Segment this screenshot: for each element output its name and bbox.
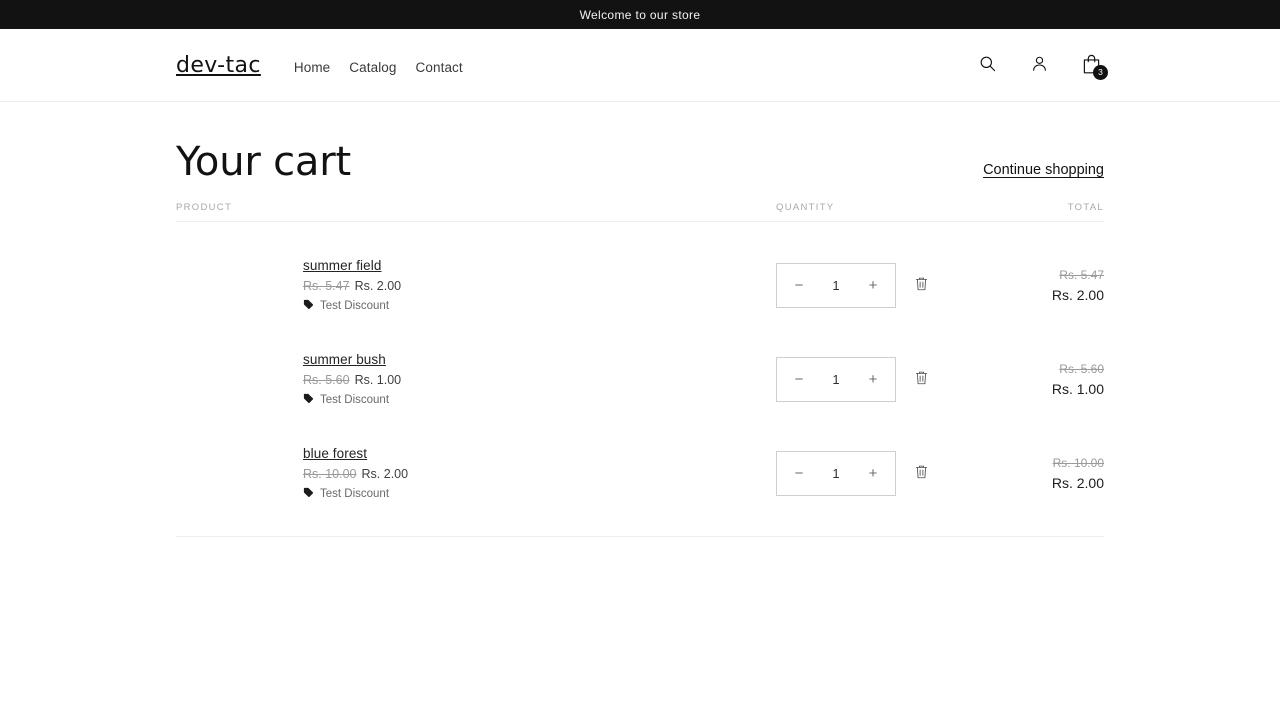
cart-count-badge: 3: [1093, 65, 1108, 80]
remove-item-button[interactable]: [910, 366, 933, 393]
quantity-increase-button[interactable]: +: [865, 372, 881, 387]
line-total-final: Rs. 2.00: [1051, 474, 1104, 491]
trash-icon: [914, 464, 929, 483]
discount-label: Test Discount: [320, 393, 390, 406]
trash-icon: [914, 370, 929, 389]
total-cell: Rs. 5.60 Rs. 1.00: [1024, 362, 1104, 397]
table-row: blue forest Rs. 10.00 Rs. 2.00 Test Disc…: [176, 426, 1104, 520]
nav-item-home[interactable]: Home: [294, 60, 330, 75]
product-cell: summer bush Rs. 5.60 Rs. 1.00 Test Disco…: [176, 352, 776, 407]
search-icon: [978, 54, 997, 76]
main-navigation: Home Catalog Contact: [294, 60, 463, 75]
quantity-increase-button[interactable]: +: [865, 466, 881, 481]
product-price-original: Rs. 5.47: [303, 278, 350, 293]
quantity-cell: − 1 +: [776, 450, 1024, 496]
search-button[interactable]: [968, 46, 1006, 84]
total-cell: Rs. 10.00 Rs. 2.00: [1024, 456, 1104, 491]
quantity-stepper[interactable]: − 1 +: [776, 450, 896, 496]
product-cell: blue forest Rs. 10.00 Rs. 2.00 Test Disc…: [176, 446, 776, 501]
product-price-original: Rs. 5.60: [303, 372, 350, 387]
account-icon: [1030, 54, 1049, 76]
product-price-group: Rs. 5.60 Rs. 1.00: [303, 373, 401, 387]
header-actions: 3: [968, 46, 1110, 84]
discount-label: Test Discount: [320, 299, 390, 312]
line-total-final: Rs. 2.00: [1051, 286, 1104, 303]
quantity-decrease-button[interactable]: −: [791, 466, 807, 481]
column-header-quantity: QUANTITY: [776, 202, 835, 213]
site-header: dev-tac Home Catalog Contact 3: [0, 29, 1280, 102]
quantity-decrease-button[interactable]: −: [791, 278, 807, 293]
product-price-group: Rs. 5.47 Rs. 2.00: [303, 279, 401, 293]
product-price-discounted: Rs. 2.00: [354, 278, 402, 293]
product-cell: summer field Rs. 5.47 Rs. 2.00 Test Disc…: [176, 258, 776, 313]
cart-header-row: Your cart Continue shopping: [176, 102, 1104, 194]
line-total-final: Rs. 1.00: [1051, 380, 1104, 397]
quantity-increase-button[interactable]: +: [865, 278, 881, 293]
quantity-decrease-button[interactable]: −: [791, 372, 807, 387]
discount-tag-icon: [303, 299, 314, 313]
total-cell: Rs. 5.47 Rs. 2.00: [1024, 268, 1104, 303]
header-left-group: dev-tac Home Catalog Contact: [176, 53, 463, 78]
discount-label: Test Discount: [320, 487, 390, 500]
table-row: summer field Rs. 5.47 Rs. 2.00 Test Disc…: [176, 238, 1104, 332]
table-row: summer bush Rs. 5.60 Rs. 1.00 Test Disco…: [176, 332, 1104, 426]
quantity-value[interactable]: 1: [832, 466, 839, 481]
line-total-original: Rs. 5.60: [1059, 361, 1104, 376]
quantity-cell: − 1 +: [776, 356, 1024, 402]
product-info: summer field Rs. 5.47 Rs. 2.00 Test Disc…: [303, 258, 401, 313]
site-logo[interactable]: dev-tac: [176, 53, 261, 78]
remove-item-button[interactable]: [910, 460, 933, 487]
announcement-text: Welcome to our store: [579, 7, 701, 22]
product-discount: Test Discount: [303, 487, 408, 501]
trash-icon: [914, 276, 929, 295]
quantity-cell: − 1 +: [776, 262, 1024, 308]
page-title: Your cart: [176, 139, 351, 185]
product-title[interactable]: blue forest: [303, 446, 408, 461]
product-price-group: Rs. 10.00 Rs. 2.00: [303, 467, 408, 481]
discount-tag-icon: [303, 487, 314, 501]
product-discount: Test Discount: [303, 299, 401, 313]
nav-item-catalog[interactable]: Catalog: [349, 60, 396, 75]
column-header-total: TOTAL: [1067, 202, 1104, 213]
product-price-discounted: Rs. 2.00: [361, 466, 409, 481]
discount-tag-icon: [303, 393, 314, 407]
nav-item-contact[interactable]: Contact: [416, 60, 463, 75]
line-total-original: Rs. 10.00: [1052, 455, 1104, 470]
announcement-bar: Welcome to our store: [0, 0, 1280, 29]
product-discount: Test Discount: [303, 393, 401, 407]
product-price-original: Rs. 10.00: [303, 466, 357, 481]
cart-table-header: PRODUCT QUANTITY TOTAL: [176, 194, 1104, 222]
quantity-stepper[interactable]: − 1 +: [776, 262, 896, 308]
quantity-stepper[interactable]: − 1 +: [776, 356, 896, 402]
account-button[interactable]: [1020, 46, 1058, 84]
product-title[interactable]: summer field: [303, 258, 401, 273]
product-title[interactable]: summer bush: [303, 352, 401, 367]
remove-item-button[interactable]: [910, 272, 933, 299]
column-header-product: PRODUCT: [176, 202, 233, 213]
cart-page: Your cart Continue shopping PRODUCT QUAN…: [0, 102, 1280, 537]
quantity-value[interactable]: 1: [832, 278, 839, 293]
cart-items-list: summer field Rs. 5.47 Rs. 2.00 Test Disc…: [176, 222, 1104, 537]
quantity-value[interactable]: 1: [832, 372, 839, 387]
cart-button[interactable]: 3: [1072, 46, 1110, 84]
product-price-discounted: Rs. 1.00: [354, 372, 402, 387]
product-info: blue forest Rs. 10.00 Rs. 2.00 Test Disc…: [303, 446, 408, 501]
product-info: summer bush Rs. 5.60 Rs. 1.00 Test Disco…: [303, 352, 401, 407]
cart-table: PRODUCT QUANTITY TOTAL summer field Rs. …: [176, 194, 1104, 537]
line-total-original: Rs. 5.47: [1059, 267, 1104, 282]
continue-shopping-link[interactable]: Continue shopping: [983, 162, 1104, 184]
